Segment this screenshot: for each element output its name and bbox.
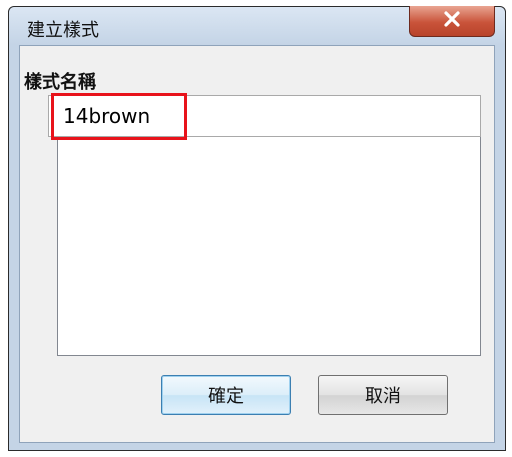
close-icon — [441, 10, 463, 32]
ok-button[interactable]: 確定 — [161, 375, 291, 415]
ok-button-label: 確定 — [208, 386, 244, 407]
style-name-input[interactable] — [48, 95, 481, 137]
cancel-button-label: 取消 — [365, 386, 401, 407]
style-name-list[interactable] — [57, 136, 481, 356]
close-button[interactable] — [409, 6, 495, 37]
dialog-title: 建立樣式 — [27, 20, 99, 41]
style-name-label: 樣式名稱 — [24, 72, 96, 92]
title-bar[interactable]: 建立樣式 — [9, 6, 505, 45]
cancel-button[interactable]: 取消 — [318, 375, 448, 415]
